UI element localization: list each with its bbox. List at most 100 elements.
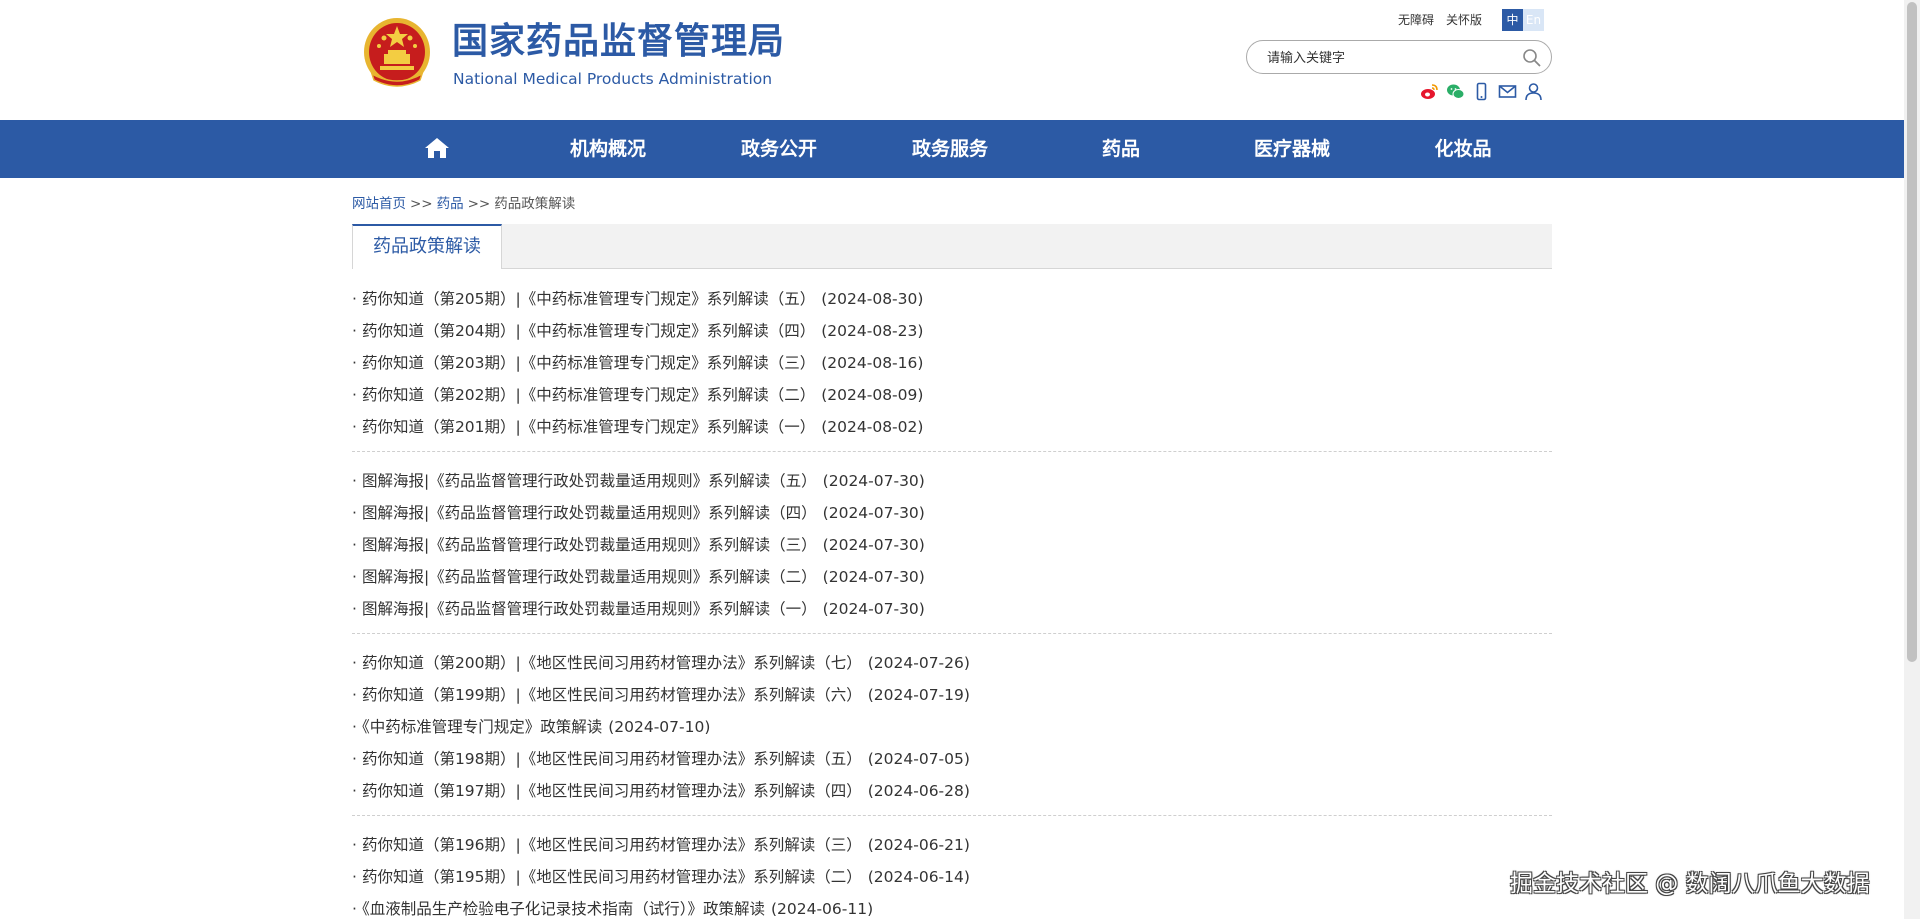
weibo-icon[interactable] [1420, 82, 1439, 101]
article-title-link[interactable]: 图解海报|《药品监督管理行政处罚裁量适用规则》系列解读（四） [362, 504, 817, 522]
article-date: (2024-08-23) [821, 322, 924, 340]
lang-chinese-button[interactable]: 中 [1502, 9, 1523, 31]
list-item[interactable]: · 图解海报|《药品监督管理行政处罚裁量适用规则》系列解读（一） (2024-07-… [352, 593, 1552, 625]
article-title-link[interactable]: 药你知道（第205期）|《中药标准管理专门规定》系列解读（五） [362, 290, 815, 308]
nav-item-gov-affairs[interactable]: 政务公开 [709, 120, 849, 178]
search-box [1246, 40, 1552, 75]
article-date: (2024-07-10) [608, 718, 711, 736]
article-title-link[interactable]: 药你知道（第201期）|《中药标准管理专门规定》系列解读（一） [362, 418, 815, 436]
list-item[interactable]: · 药你知道（第199期）|《地区性民间习用药材管理办法》系列解读（六） (2024… [352, 679, 1552, 711]
article-title-link[interactable]: 药你知道（第196期）|《地区性民间习用药材管理办法》系列解读（三） [362, 836, 862, 854]
site-title-en[interactable]: National Medical Products Administration [453, 69, 772, 89]
list-item[interactable]: · 图解海报|《药品监督管理行政处罚裁量适用规则》系列解读（五） (2024-07-… [352, 465, 1552, 497]
bullet-dot: · [352, 536, 357, 554]
tab-drug-policy-interpretation[interactable]: 药品政策解读 [352, 224, 502, 269]
bullet-dot: · [352, 290, 357, 308]
mobile-icon[interactable] [1472, 82, 1491, 101]
breadcrumb-separator: >> [467, 196, 491, 212]
bullet-dot: · [352, 900, 357, 918]
list-item[interactable]: · 药你知道（第200期）|《地区性民间习用药材管理办法》系列解读（七） (2024… [352, 647, 1552, 679]
list-item[interactable]: · 图解海报|《药品监督管理行政处罚裁量适用规则》系列解读（二） (2024-07-… [352, 561, 1552, 593]
list-item[interactable]: · 《血液制品生产检验电子化记录技术指南（试行）》政策解读 (2024-06-11) [352, 893, 1552, 919]
article-title-link[interactable]: 药你知道（第195期）|《地区性民间习用药材管理办法》系列解读（二） [362, 868, 862, 886]
article-title-link[interactable]: 药你知道（第204期）|《中药标准管理专门规定》系列解读（四） [362, 322, 815, 340]
article-list: · 药你知道（第205期）|《中药标准管理专门规定》系列解读（五） (2024-08… [352, 280, 1552, 919]
list-item[interactable]: · 药你知道（第195期）|《地区性民间习用药材管理办法》系列解读（二） (2024… [352, 861, 1552, 893]
breadcrumb-home[interactable]: 网站首页 [352, 196, 406, 212]
list-item[interactable]: · 药你知道（第197期）|《地区性民间习用药材管理办法》系列解读（四） (2024… [352, 775, 1552, 807]
list-item[interactable]: · 药你知道（第198期）|《地区性民间习用药材管理办法》系列解读（五） (2024… [352, 743, 1552, 775]
site-header: 国家药品监督管理局 National Medical Products Admi… [0, 0, 1904, 120]
article-date: (2024-06-11) [770, 900, 874, 918]
home-icon [425, 137, 449, 158]
article-title-link[interactable]: 药你知道（第200期）|《地区性民间习用药材管理办法》系列解读（七） [362, 654, 862, 672]
bullet-dot: · [352, 418, 357, 436]
article-title-link[interactable]: 药你知道（第198期）|《地区性民间习用药材管理办法》系列解读（五） [362, 750, 862, 768]
article-date: (2024-07-30) [822, 504, 925, 522]
article-group: · 药你知道（第200期）|《地区性民间习用药材管理办法》系列解读（七） (2024… [352, 644, 1552, 816]
article-date: (2024-06-14) [867, 868, 970, 886]
site-title-cn[interactable]: 国家药品监督管理局 [452, 20, 785, 64]
list-item[interactable]: · 药你知道（第205期）|《中药标准管理专门规定》系列解读（五） (2024-08… [352, 283, 1552, 315]
article-date: (2024-08-09) [821, 386, 924, 404]
breadcrumb-drugs[interactable]: 药品 [437, 196, 464, 212]
bullet-dot: · [352, 782, 357, 800]
article-date: (2024-07-30) [822, 472, 925, 490]
nav-item-drugs[interactable]: 药品 [1051, 120, 1191, 178]
search-icon[interactable] [1522, 48, 1542, 68]
bullet-dot: · [352, 750, 357, 768]
article-date: (2024-07-19) [867, 686, 970, 704]
bullet-dot: · [352, 568, 357, 586]
article-title-link[interactable]: 《血液制品生产检验电子化记录技术指南（试行）》政策解读 [362, 900, 765, 918]
article-title-link[interactable]: 图解海报|《药品监督管理行政处罚裁量适用规则》系列解读（二） [362, 568, 817, 586]
search-input[interactable] [1265, 41, 1509, 75]
lang-english-button[interactable]: En [1523, 9, 1544, 31]
article-date: (2024-08-30) [821, 290, 924, 308]
article-title-link[interactable]: 药你知道（第199期）|《地区性民间习用药材管理办法》系列解读（六） [362, 686, 862, 704]
nav-item-medical-devices[interactable]: 医疗器械 [1222, 120, 1362, 178]
bullet-dot: · [352, 322, 357, 340]
article-title-link[interactable]: 《中药标准管理专门规定》政策解读 [362, 718, 602, 736]
article-title-link[interactable]: 图解海报|《药品监督管理行政处罚裁量适用规则》系列解读（三） [362, 536, 817, 554]
language-switch: 中 En [1502, 9, 1544, 31]
user-icon[interactable] [1524, 82, 1543, 101]
scrollbar-thumb[interactable] [1907, 2, 1917, 662]
nav-item-institution[interactable]: 机构概况 [538, 120, 678, 178]
mail-icon[interactable] [1498, 82, 1517, 101]
list-item[interactable]: · 药你知道（第204期）|《中药标准管理专门规定》系列解读（四） (2024-08… [352, 315, 1552, 347]
accessibility-link[interactable]: 无障碍 [1398, 13, 1434, 27]
article-title-link[interactable]: 图解海报|《药品监督管理行政处罚裁量适用规则》系列解读（一） [362, 600, 817, 618]
article-date: (2024-06-28) [867, 782, 970, 800]
nav-item-cosmetics[interactable]: 化妆品 [1393, 120, 1533, 178]
article-group: · 药你知道（第196期）|《地区性民间习用药材管理办法》系列解读（三） (2024… [352, 826, 1552, 919]
article-date: (2024-07-30) [822, 600, 925, 618]
vertical-scrollbar[interactable] [1904, 0, 1920, 919]
breadcrumb-separator: >> [410, 196, 433, 212]
bullet-dot: · [352, 472, 357, 490]
article-title-link[interactable]: 药你知道（第203期）|《中药标准管理专门规定》系列解读（三） [362, 354, 815, 372]
bullet-dot: · [352, 354, 357, 372]
list-item[interactable]: · 药你知道（第201期）|《中药标准管理专门规定》系列解读（一） (2024-08… [352, 411, 1552, 443]
nav-home[interactable] [367, 120, 507, 178]
article-title-link[interactable]: 图解海报|《药品监督管理行政处罚裁量适用规则》系列解读（五） [362, 472, 817, 490]
article-title-link[interactable]: 药你知道（第202期）|《中药标准管理专门规定》系列解读（二） [362, 386, 815, 404]
article-title-link[interactable]: 药你知道（第197期）|《地区性民间习用药材管理办法》系列解读（四） [362, 782, 862, 800]
national-emblem-logo[interactable] [362, 16, 432, 90]
list-item[interactable]: · 药你知道（第196期）|《地区性民间习用药材管理办法》系列解读（三） (2024… [352, 829, 1552, 861]
watermark-text: 掘金技术社区 @ 数阔八爪鱼大数据 [1510, 871, 1870, 897]
list-item[interactable]: · 药你知道（第202期）|《中药标准管理专门规定》系列解读（二） (2024-08… [352, 379, 1552, 411]
care-mode-link[interactable]: 关怀版 [1446, 13, 1482, 27]
share-icons [1420, 82, 1543, 102]
wechat-icon[interactable] [1446, 82, 1465, 101]
list-item[interactable]: · 《中药标准管理专门规定》政策解读 (2024-07-10) [352, 711, 1552, 743]
list-item[interactable]: · 药你知道（第203期）|《中药标准管理专门规定》系列解读（三） (2024-08… [352, 347, 1552, 379]
page: 国家药品监督管理局 National Medical Products Admi… [0, 0, 1904, 919]
bullet-dot: · [352, 654, 357, 672]
bullet-dot: · [352, 504, 357, 522]
bullet-dot: · [352, 718, 357, 736]
list-item[interactable]: · 图解海报|《药品监督管理行政处罚裁量适用规则》系列解读（四） (2024-07-… [352, 497, 1552, 529]
article-date: (2024-08-16) [821, 354, 924, 372]
nav-item-gov-services[interactable]: 政务服务 [880, 120, 1020, 178]
section-tabbar: 药品政策解读 [352, 224, 1552, 269]
list-item[interactable]: · 图解海报|《药品监督管理行政处罚裁量适用规则》系列解读（三） (2024-07-… [352, 529, 1552, 561]
